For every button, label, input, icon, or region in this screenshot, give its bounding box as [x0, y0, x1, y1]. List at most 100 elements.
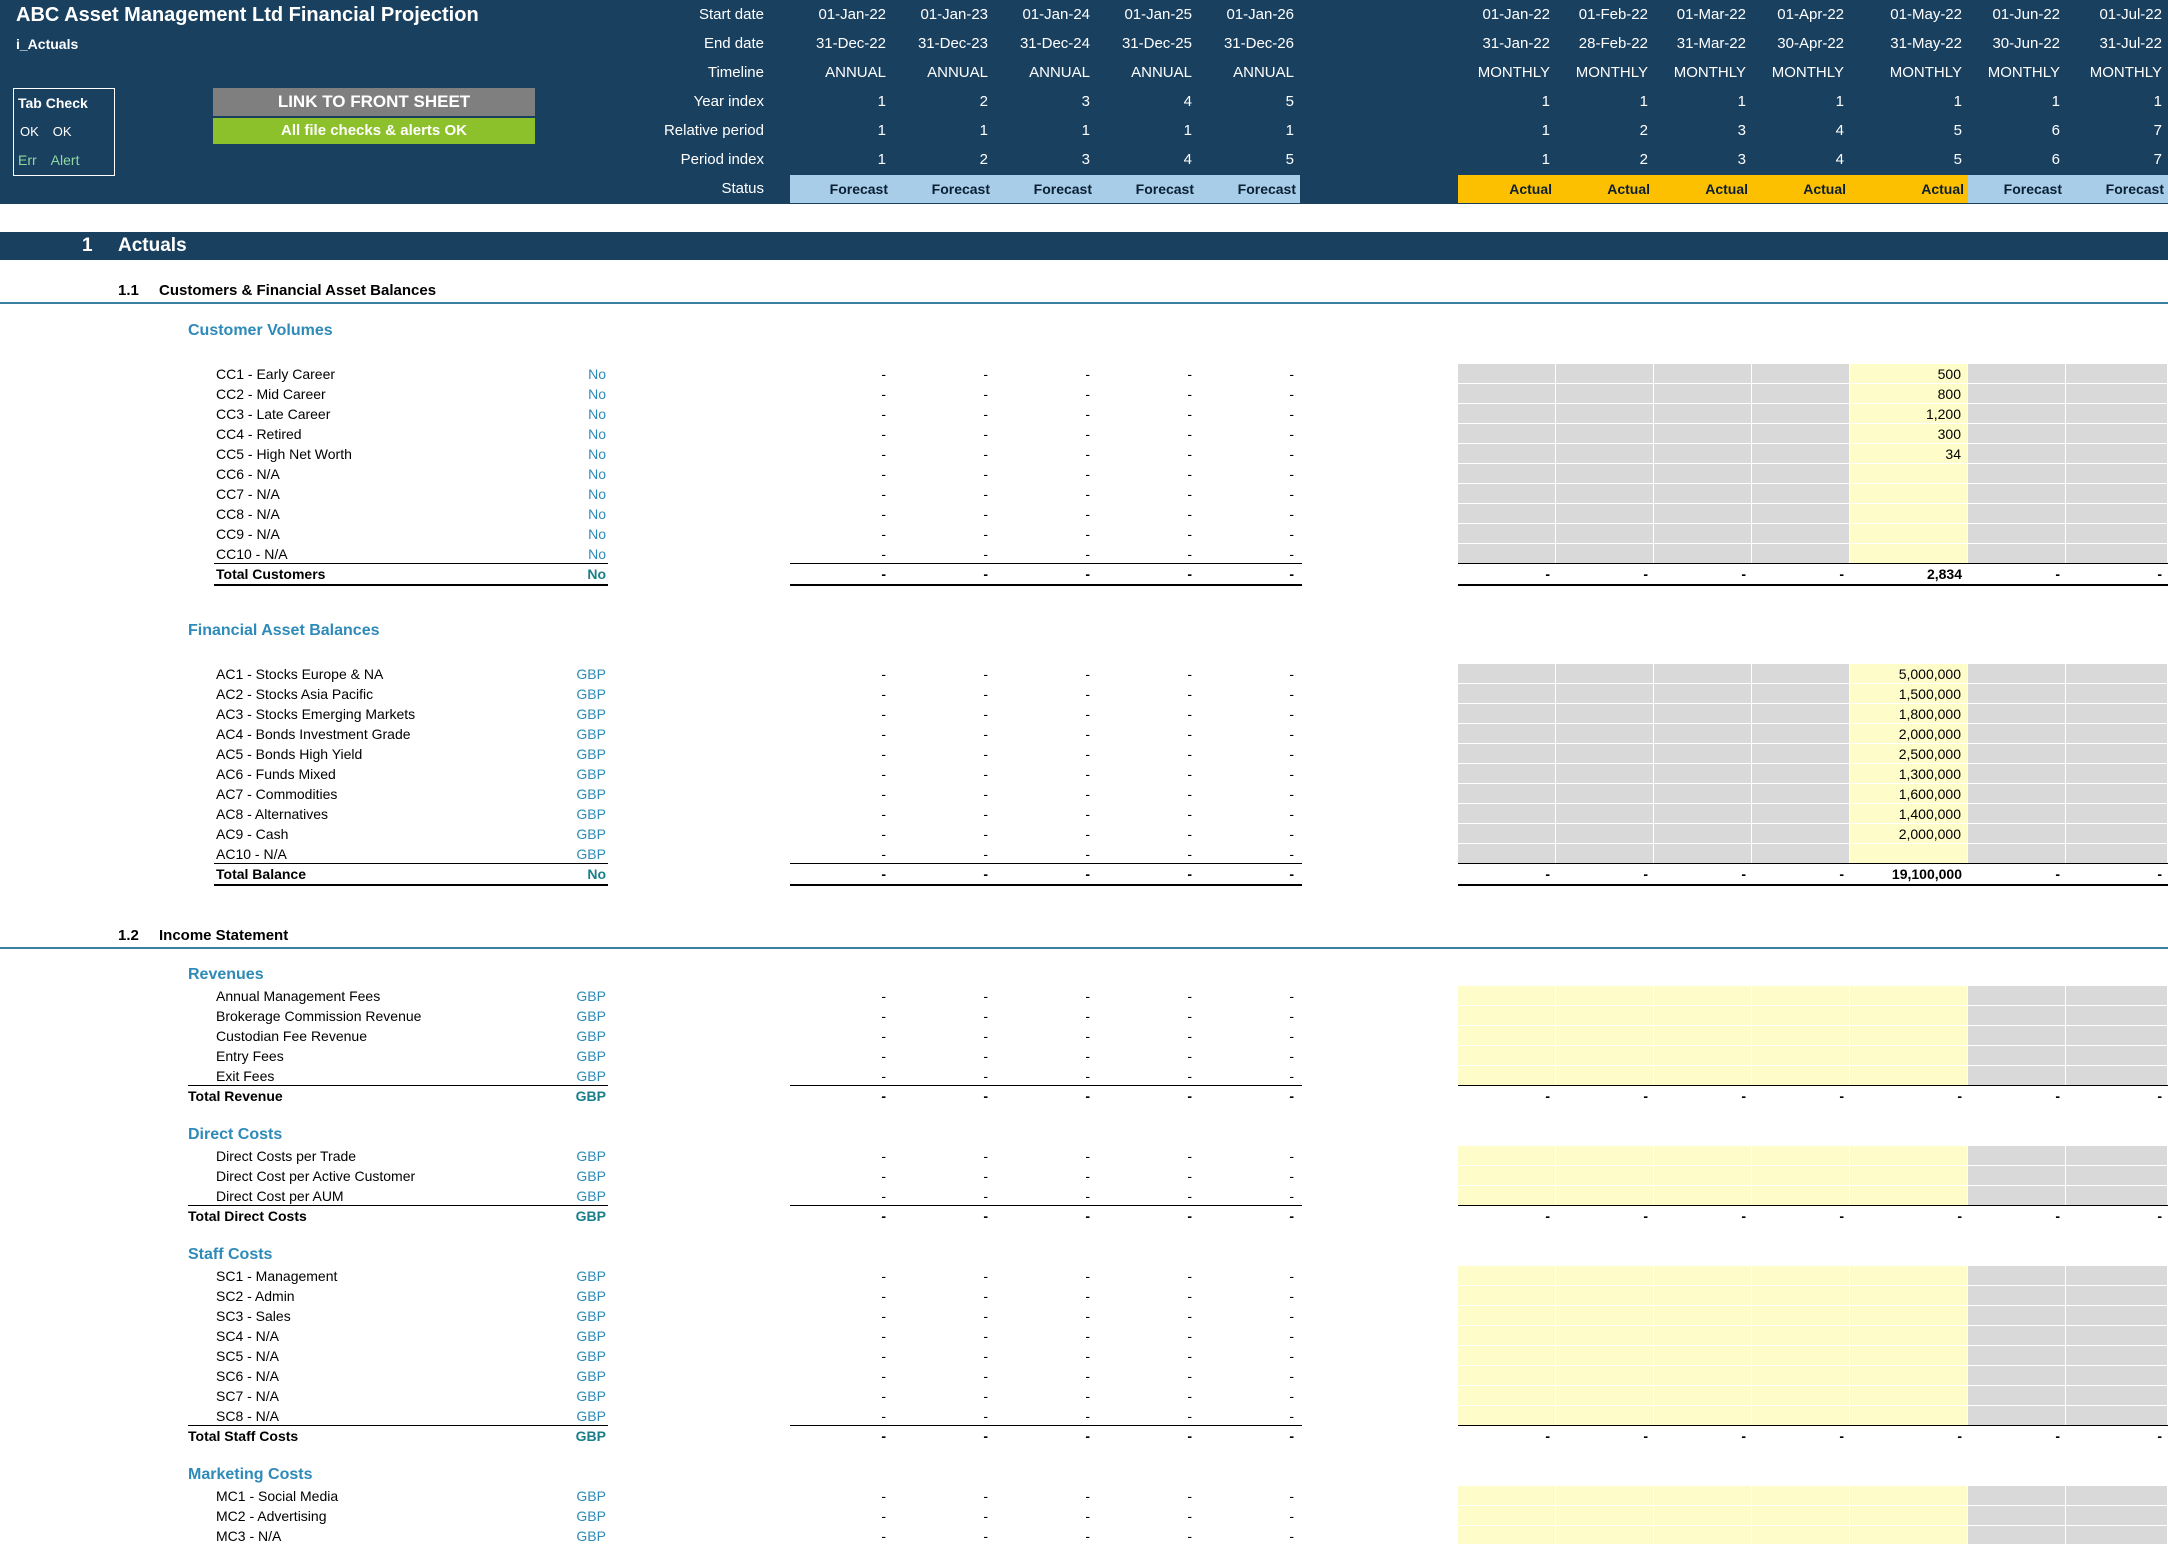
input-cell[interactable] [1654, 1506, 1752, 1526]
input-cell[interactable]: 2,000,000 [1850, 824, 1968, 844]
input-cell[interactable]: 34 [1850, 444, 1968, 464]
input-cell[interactable] [1458, 1366, 1556, 1386]
input-cell[interactable] [1458, 1186, 1556, 1206]
input-cell[interactable] [1752, 1486, 1850, 1506]
input-cell[interactable] [1752, 1526, 1850, 1544]
input-cell[interactable] [1458, 986, 1556, 1006]
input-cell[interactable] [1850, 986, 1968, 1006]
input-cell[interactable] [1556, 1006, 1654, 1026]
input-cell[interactable] [1556, 1406, 1654, 1426]
input-cell[interactable] [1752, 1386, 1850, 1406]
input-cell[interactable] [1458, 1046, 1556, 1066]
input-cell[interactable] [1752, 1366, 1850, 1386]
input-cell[interactable] [1556, 1486, 1654, 1506]
input-cell[interactable] [1654, 1266, 1752, 1286]
input-cell[interactable] [1654, 986, 1752, 1006]
input-cell[interactable] [1850, 1366, 1968, 1386]
input-cell[interactable] [1458, 1006, 1556, 1026]
input-cell[interactable] [1556, 1306, 1654, 1326]
input-cell[interactable] [1850, 524, 1968, 544]
input-cell[interactable] [1556, 1366, 1654, 1386]
input-cell[interactable] [1850, 504, 1968, 524]
input-cell[interactable] [1654, 1066, 1752, 1086]
input-cell[interactable] [1654, 1006, 1752, 1026]
input-cell[interactable] [1654, 1386, 1752, 1406]
input-cell[interactable] [1752, 1266, 1850, 1286]
input-cell[interactable] [1458, 1266, 1556, 1286]
input-cell[interactable] [1654, 1526, 1752, 1544]
input-cell[interactable] [1458, 1026, 1556, 1046]
input-cell[interactable] [1654, 1306, 1752, 1326]
input-cell[interactable] [1654, 1026, 1752, 1046]
input-cell[interactable] [1752, 1186, 1850, 1206]
input-cell[interactable] [1458, 1286, 1556, 1306]
input-cell[interactable]: 1,500,000 [1850, 684, 1968, 704]
input-cell[interactable] [1556, 1146, 1654, 1166]
input-cell[interactable] [1850, 1266, 1968, 1286]
input-cell[interactable] [1458, 1326, 1556, 1346]
input-cell[interactable]: 5,000,000 [1850, 664, 1968, 684]
input-cell[interactable] [1556, 1066, 1654, 1086]
input-cell[interactable] [1850, 1486, 1968, 1506]
input-cell[interactable] [1458, 1506, 1556, 1526]
input-cell[interactable] [1556, 1186, 1654, 1206]
input-cell[interactable] [1752, 1166, 1850, 1186]
input-cell[interactable] [1850, 1046, 1968, 1066]
input-cell[interactable] [1556, 1286, 1654, 1306]
input-cell[interactable]: 300 [1850, 424, 1968, 444]
input-cell[interactable]: 2,000,000 [1850, 724, 1968, 744]
input-cell[interactable] [1850, 464, 1968, 484]
input-cell[interactable]: 1,600,000 [1850, 784, 1968, 804]
input-cell[interactable]: 2,500,000 [1850, 744, 1968, 764]
input-cell[interactable] [1752, 1326, 1850, 1346]
input-cell[interactable]: 1,400,000 [1850, 804, 1968, 824]
input-cell[interactable] [1850, 1506, 1968, 1526]
input-cell[interactable] [1850, 1386, 1968, 1406]
input-cell[interactable] [1458, 1066, 1556, 1086]
input-cell[interactable] [1654, 1186, 1752, 1206]
input-cell[interactable] [1654, 1326, 1752, 1346]
input-cell[interactable]: 1,800,000 [1850, 704, 1968, 724]
input-cell[interactable]: 1,300,000 [1850, 764, 1968, 784]
input-cell[interactable] [1654, 1406, 1752, 1426]
input-cell[interactable] [1654, 1166, 1752, 1186]
input-cell[interactable] [1458, 1306, 1556, 1326]
input-cell[interactable]: 1,200 [1850, 404, 1968, 424]
input-cell[interactable] [1752, 986, 1850, 1006]
input-cell[interactable] [1556, 1326, 1654, 1346]
input-cell[interactable] [1556, 1026, 1654, 1046]
input-cell[interactable] [1850, 1186, 1968, 1206]
input-cell[interactable] [1850, 844, 1968, 864]
input-cell[interactable] [1654, 1486, 1752, 1506]
input-cell[interactable] [1752, 1306, 1850, 1326]
input-cell[interactable] [1654, 1146, 1752, 1166]
input-cell[interactable] [1458, 1386, 1556, 1406]
input-cell[interactable] [1850, 1406, 1968, 1426]
input-cell[interactable] [1458, 1406, 1556, 1426]
input-cell[interactable] [1752, 1346, 1850, 1366]
input-cell[interactable] [1752, 1146, 1850, 1166]
input-cell[interactable]: 800 [1850, 384, 1968, 404]
input-cell[interactable] [1458, 1346, 1556, 1366]
input-cell[interactable] [1850, 1146, 1968, 1166]
input-cell[interactable] [1556, 1266, 1654, 1286]
input-cell[interactable]: 500 [1850, 364, 1968, 384]
input-cell[interactable] [1556, 1166, 1654, 1186]
input-cell[interactable] [1556, 1386, 1654, 1406]
input-cell[interactable] [1654, 1366, 1752, 1386]
input-cell[interactable] [1556, 1346, 1654, 1366]
input-cell[interactable] [1458, 1146, 1556, 1166]
link-to-front-sheet-button[interactable]: LINK TO FRONT SHEET [213, 88, 535, 116]
input-cell[interactable] [1458, 1486, 1556, 1506]
input-cell[interactable] [1850, 1286, 1968, 1306]
input-cell[interactable] [1556, 986, 1654, 1006]
input-cell[interactable] [1458, 1166, 1556, 1186]
input-cell[interactable] [1752, 1006, 1850, 1026]
input-cell[interactable] [1556, 1526, 1654, 1544]
input-cell[interactable] [1850, 484, 1968, 504]
input-cell[interactable] [1752, 1026, 1850, 1046]
input-cell[interactable] [1850, 1526, 1968, 1544]
input-cell[interactable] [1850, 1166, 1968, 1186]
input-cell[interactable] [1850, 544, 1968, 564]
input-cell[interactable] [1850, 1326, 1968, 1346]
